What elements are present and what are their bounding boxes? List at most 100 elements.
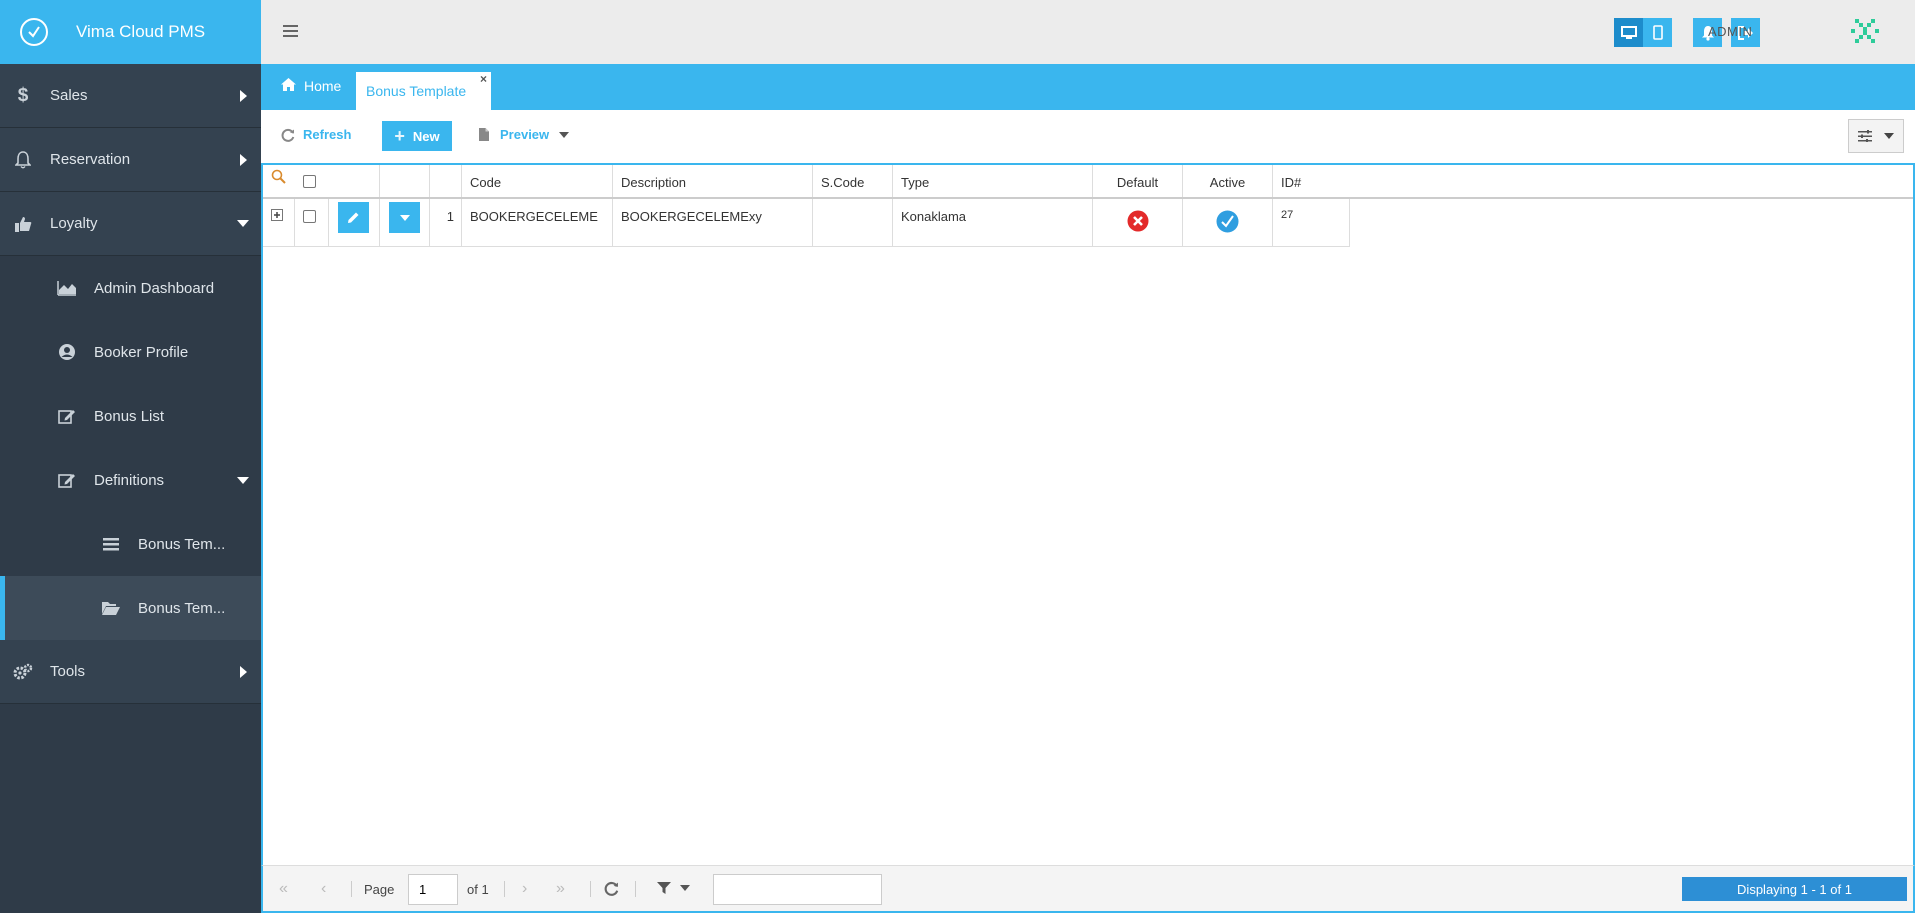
next-page-icon[interactable]: › (522, 880, 527, 898)
brand-header[interactable]: Vima Cloud PMS (0, 0, 261, 64)
edit-icon (56, 408, 78, 425)
list-icon (100, 537, 122, 551)
sidebar-item-reservation[interactable]: Reservation (0, 128, 261, 192)
sidebar-item-loyalty[interactable]: Loyalty (0, 192, 261, 256)
tab-home[interactable]: Home (281, 78, 341, 94)
cell-scode (813, 199, 893, 246)
area-chart-icon (56, 280, 78, 296)
filter-search-input[interactable] (713, 874, 882, 905)
avatar[interactable] (1849, 15, 1881, 47)
mobile-view-button[interactable] (1643, 18, 1672, 47)
caret-down-icon (559, 131, 570, 138)
column-header-type[interactable]: Type (893, 165, 1093, 197)
row-menu-button[interactable] (380, 199, 430, 246)
preview-button[interactable]: Preview (478, 127, 570, 142)
sidebar-item-tools[interactable]: Tools (0, 640, 261, 704)
sidebar-item-label: Sales (50, 87, 88, 104)
page-of-label: of 1 (467, 882, 489, 897)
tab-home-label: Home (304, 78, 342, 94)
prev-page-icon[interactable]: ‹ (321, 880, 326, 898)
cell-description: BOOKERGECELEMExy (613, 199, 813, 246)
tab-bonus-template[interactable]: Bonus Template × (356, 72, 491, 110)
user-name[interactable]: ADMIN (1708, 24, 1752, 39)
sidebar-item-label: Bonus List (94, 407, 165, 425)
filter-button[interactable] (657, 881, 690, 895)
caret-down-icon (389, 202, 420, 233)
plus-icon: + (394, 125, 405, 146)
search-column-icon[interactable] (263, 165, 295, 197)
check-circle-icon (1216, 210, 1239, 233)
app-title: Vima Cloud PMS (76, 22, 206, 41)
cell-default (1093, 199, 1183, 246)
display-info: Displaying 1 - 1 of 1 (1682, 877, 1907, 901)
caret-down-icon (680, 885, 690, 891)
sidebar-item-label: Tools (50, 663, 86, 680)
sidebar-item-booker-profile[interactable]: Booker Profile (0, 320, 261, 384)
file-icon (479, 128, 489, 141)
caret-down-icon (1884, 133, 1894, 139)
new-button[interactable]: + New (382, 121, 452, 151)
sidebar-item-bonus-template-active[interactable]: Bonus Tem... (0, 576, 261, 640)
row-checkbox[interactable] (295, 199, 329, 246)
thumbs-up-icon (12, 216, 34, 232)
header-edit-col (329, 165, 380, 197)
sidebar-item-sales[interactable]: $ Sales (0, 64, 261, 128)
sidebar-item-definitions[interactable]: Definitions (0, 448, 261, 512)
column-header-default[interactable]: Default (1093, 165, 1183, 197)
new-label: New (412, 128, 440, 144)
filter-icon (657, 882, 671, 894)
tab-label: Bonus Template (366, 83, 467, 99)
dollar-icon: $ (17, 84, 29, 106)
caret-right-icon (240, 153, 247, 166)
select-all-checkbox[interactable] (295, 165, 329, 197)
refresh-button[interactable]: Refresh (281, 127, 351, 142)
cell-type: Konaklama (893, 199, 1093, 246)
home-icon (281, 78, 296, 94)
bell-icon (12, 150, 34, 169)
sidebar: Vima Cloud PMS $ Sales Reservation Loyal… (0, 0, 261, 913)
caret-right-icon (240, 665, 247, 678)
sidebar-item-bonus-template-list[interactable]: Bonus Tem... (0, 512, 261, 576)
last-page-icon[interactable]: » (556, 880, 565, 898)
sliders-icon (1858, 130, 1872, 142)
gears-icon (12, 663, 34, 680)
column-header-scode[interactable]: S.Code (813, 165, 893, 197)
header-action-col (380, 165, 430, 197)
page-number-input[interactable] (408, 874, 458, 905)
table-row[interactable]: 1 BOOKERGECELEME BOOKERGECELEMExy Konakl… (263, 199, 1350, 247)
avatar-icon (1851, 19, 1879, 43)
refresh-icon (281, 128, 295, 142)
column-header-code[interactable]: Code (462, 165, 613, 197)
column-settings-button[interactable] (1848, 119, 1904, 153)
tab-strip: Home Bonus Template × (261, 64, 1915, 110)
desktop-icon (1620, 25, 1637, 39)
pager: « ‹ Page of 1 › » Displaying 1 - 1 of 1 (261, 865, 1915, 913)
sidebar-item-label: Admin Dashboard (94, 279, 215, 297)
refresh-page-icon[interactable] (604, 881, 619, 899)
expand-row-icon[interactable] (263, 199, 295, 246)
sidebar-item-bonus-list[interactable]: Bonus List (0, 384, 261, 448)
edit-row-button[interactable] (329, 199, 380, 246)
hamburger-menu-icon[interactable] (283, 25, 298, 40)
caret-down-icon (237, 476, 249, 484)
first-page-icon[interactable]: « (279, 880, 288, 898)
folder-open-icon (100, 600, 122, 616)
pencil-icon (338, 202, 369, 233)
sidebar-item-admin-dashboard[interactable]: Admin Dashboard (0, 256, 261, 320)
toolbar: Refresh + New Preview (261, 110, 1915, 165)
desktop-view-button[interactable] (1614, 18, 1643, 47)
sidebar-item-label: Loyalty (50, 215, 98, 232)
sidebar-item-label: Definitions (94, 471, 165, 489)
column-header-id[interactable]: ID# (1273, 165, 1350, 197)
sidebar-item-label: Bonus Tem... (138, 599, 226, 617)
close-tab-icon[interactable]: × (480, 72, 487, 86)
preview-label: Preview (500, 127, 550, 142)
grid-header: Code Description S.Code Type Default Act… (263, 165, 1913, 199)
row-number: 1 (430, 199, 462, 246)
column-header-active[interactable]: Active (1183, 165, 1273, 197)
cell-active (1183, 199, 1273, 246)
cross-circle-icon (1127, 210, 1148, 232)
column-header-description[interactable]: Description (613, 165, 813, 197)
cell-code: BOOKERGECELEME (462, 199, 613, 246)
sidebar-item-label: Reservation (50, 151, 131, 168)
